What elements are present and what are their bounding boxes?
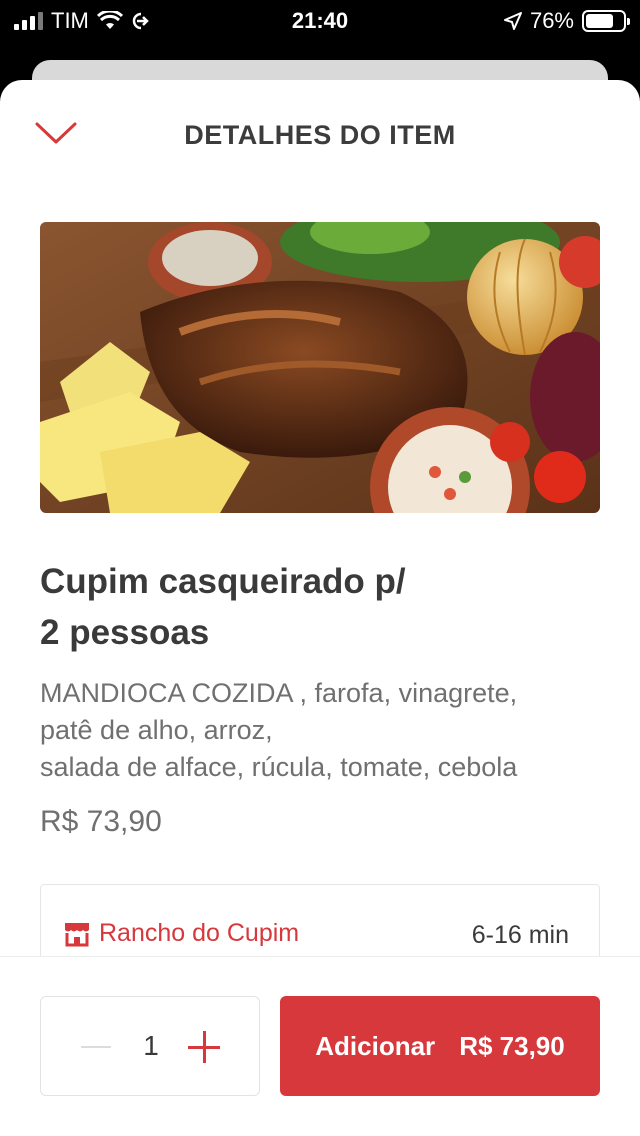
item-photo bbox=[40, 222, 600, 513]
store-link[interactable]: Rancho do Cupim bbox=[63, 919, 299, 948]
store-name: Rancho do Cupim bbox=[99, 919, 300, 947]
delivery-time: 6-16 min bbox=[471, 921, 569, 949]
quantity-value: 1 bbox=[143, 1030, 159, 1061]
description-line: salada de alface, rúcula, tomate, cebola bbox=[40, 752, 518, 782]
store-icon bbox=[65, 922, 89, 946]
description-line: patê de alho, arroz, bbox=[40, 715, 273, 745]
item-details-sheet: DETALHES DO ITEM Cupim casqueirado p/ 2 … bbox=[0, 80, 640, 1136]
battery-fill bbox=[586, 14, 614, 28]
item-name-line2: 2 pessoas bbox=[40, 613, 210, 652]
description-line: MANDIOCA COZIDA , farofa, vinagrete, bbox=[40, 678, 518, 708]
status-right: 76% bbox=[503, 8, 630, 34]
add-to-cart-button[interactable]: Adicionar R$ 73,90 bbox=[280, 996, 600, 1096]
location-arrow-icon bbox=[503, 12, 522, 30]
add-button-price: R$ 73,90 bbox=[459, 1030, 565, 1061]
increase-quantity-button[interactable] bbox=[188, 1031, 220, 1063]
item-name-line1: Cupim casqueirado p/ bbox=[40, 562, 406, 601]
status-bar: TIM 21:40 76% bbox=[0, 0, 640, 40]
sheet-header: DETALHES DO ITEM bbox=[0, 80, 640, 190]
item-price: R$ 73,90 bbox=[40, 805, 162, 838]
item-description: MANDIOCA COZIDA , farofa, vinagrete, pat… bbox=[40, 675, 610, 786]
bottom-action-bar: 1 Adicionar R$ 73,90 bbox=[0, 956, 640, 1136]
item-name: Cupim casqueirado p/ 2 pessoas bbox=[40, 556, 600, 658]
battery-percent: 76% bbox=[529, 8, 574, 33]
quantity-stepper: 1 bbox=[40, 996, 260, 1096]
add-button-label: Adicionar bbox=[315, 1030, 436, 1061]
battery-icon bbox=[582, 10, 630, 32]
decrease-quantity-button[interactable] bbox=[81, 1037, 111, 1057]
page-title: DETALHES DO ITEM bbox=[184, 120, 456, 150]
